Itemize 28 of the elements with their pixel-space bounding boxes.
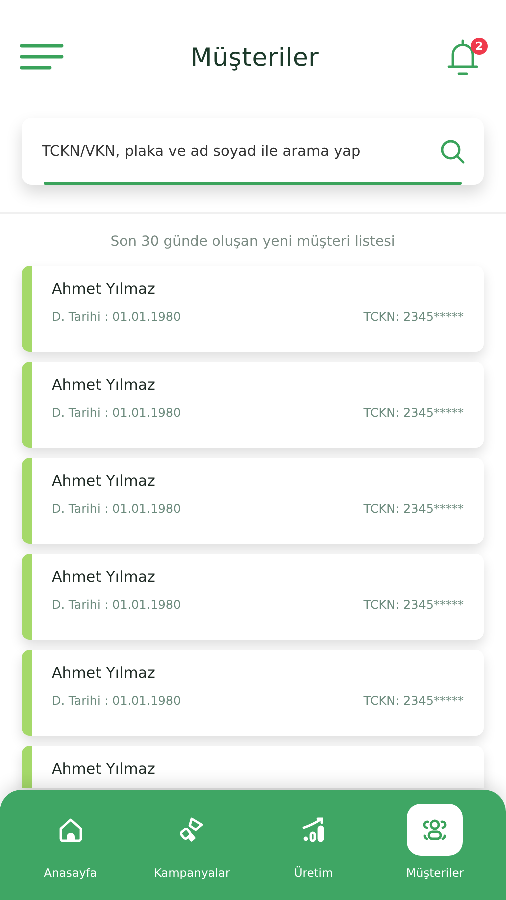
id-number: TCKN: 2345***** [364,598,464,612]
id-number: TCKN: 2345***** [364,502,464,516]
search-icon[interactable] [440,138,466,164]
customer-card[interactable]: Ahmet Yılmaz D. Tarihi : 01.01.1980 TCKN: 2345***** [22,554,484,640]
customer-name: Ahmet Yılmaz [52,376,156,394]
customer-name: Ahmet Yılmaz [52,760,156,778]
menu-icon[interactable] [20,43,64,71]
birth-date: D. Tarihi : 01.01.1980 [52,694,182,708]
search-field[interactable]: TCKN/VKN, plaka ve ad soyad ile arama yap [42,118,440,185]
list-caption: Son 30 günde oluşan yeni müşteri listesi [110,234,396,250]
notification-badge: 2 [470,38,488,55]
customer-card[interactable]: Ahmet Yılmaz [22,746,484,788]
birth-date: D. Tarihi : 01.01.1980 [52,310,182,324]
customer-name: Ahmet Yılmaz [52,280,156,298]
customer-card[interactable]: Ahmet Yılmaz D. Tarihi : 01.01.1980 TCKN: 2345***** [22,362,484,448]
page-title: Müşteriler [190,42,320,72]
customer-name: Ahmet Yılmaz [52,664,156,682]
customer-name: Ahmet Yılmaz [52,472,156,490]
id-number: TCKN: 2345***** [364,310,464,324]
customer-card[interactable]: Ahmet Yılmaz D. Tarihi : 01.01.1980 TCKN: 2345***** [22,458,484,544]
customer-card[interactable]: Ahmet Yılmaz D. Tarihi : 01.01.1980 TCKN: 2345***** [22,650,484,736]
birth-date: D. Tarihi : 01.01.1980 [52,598,182,612]
birth-date: D. Tarihi : 01.01.1980 [52,406,182,420]
id-number: TCKN: 2345***** [364,694,464,708]
customer-name: Ahmet Yılmaz [52,568,156,586]
id-number: TCKN: 2345***** [364,406,464,420]
customer-card[interactable]: Ahmet Yılmaz D. Tarihi : 01.01.1980 TCKN: 2345***** [22,266,484,352]
birth-date: D. Tarihi : 01.01.1980 [52,502,182,516]
